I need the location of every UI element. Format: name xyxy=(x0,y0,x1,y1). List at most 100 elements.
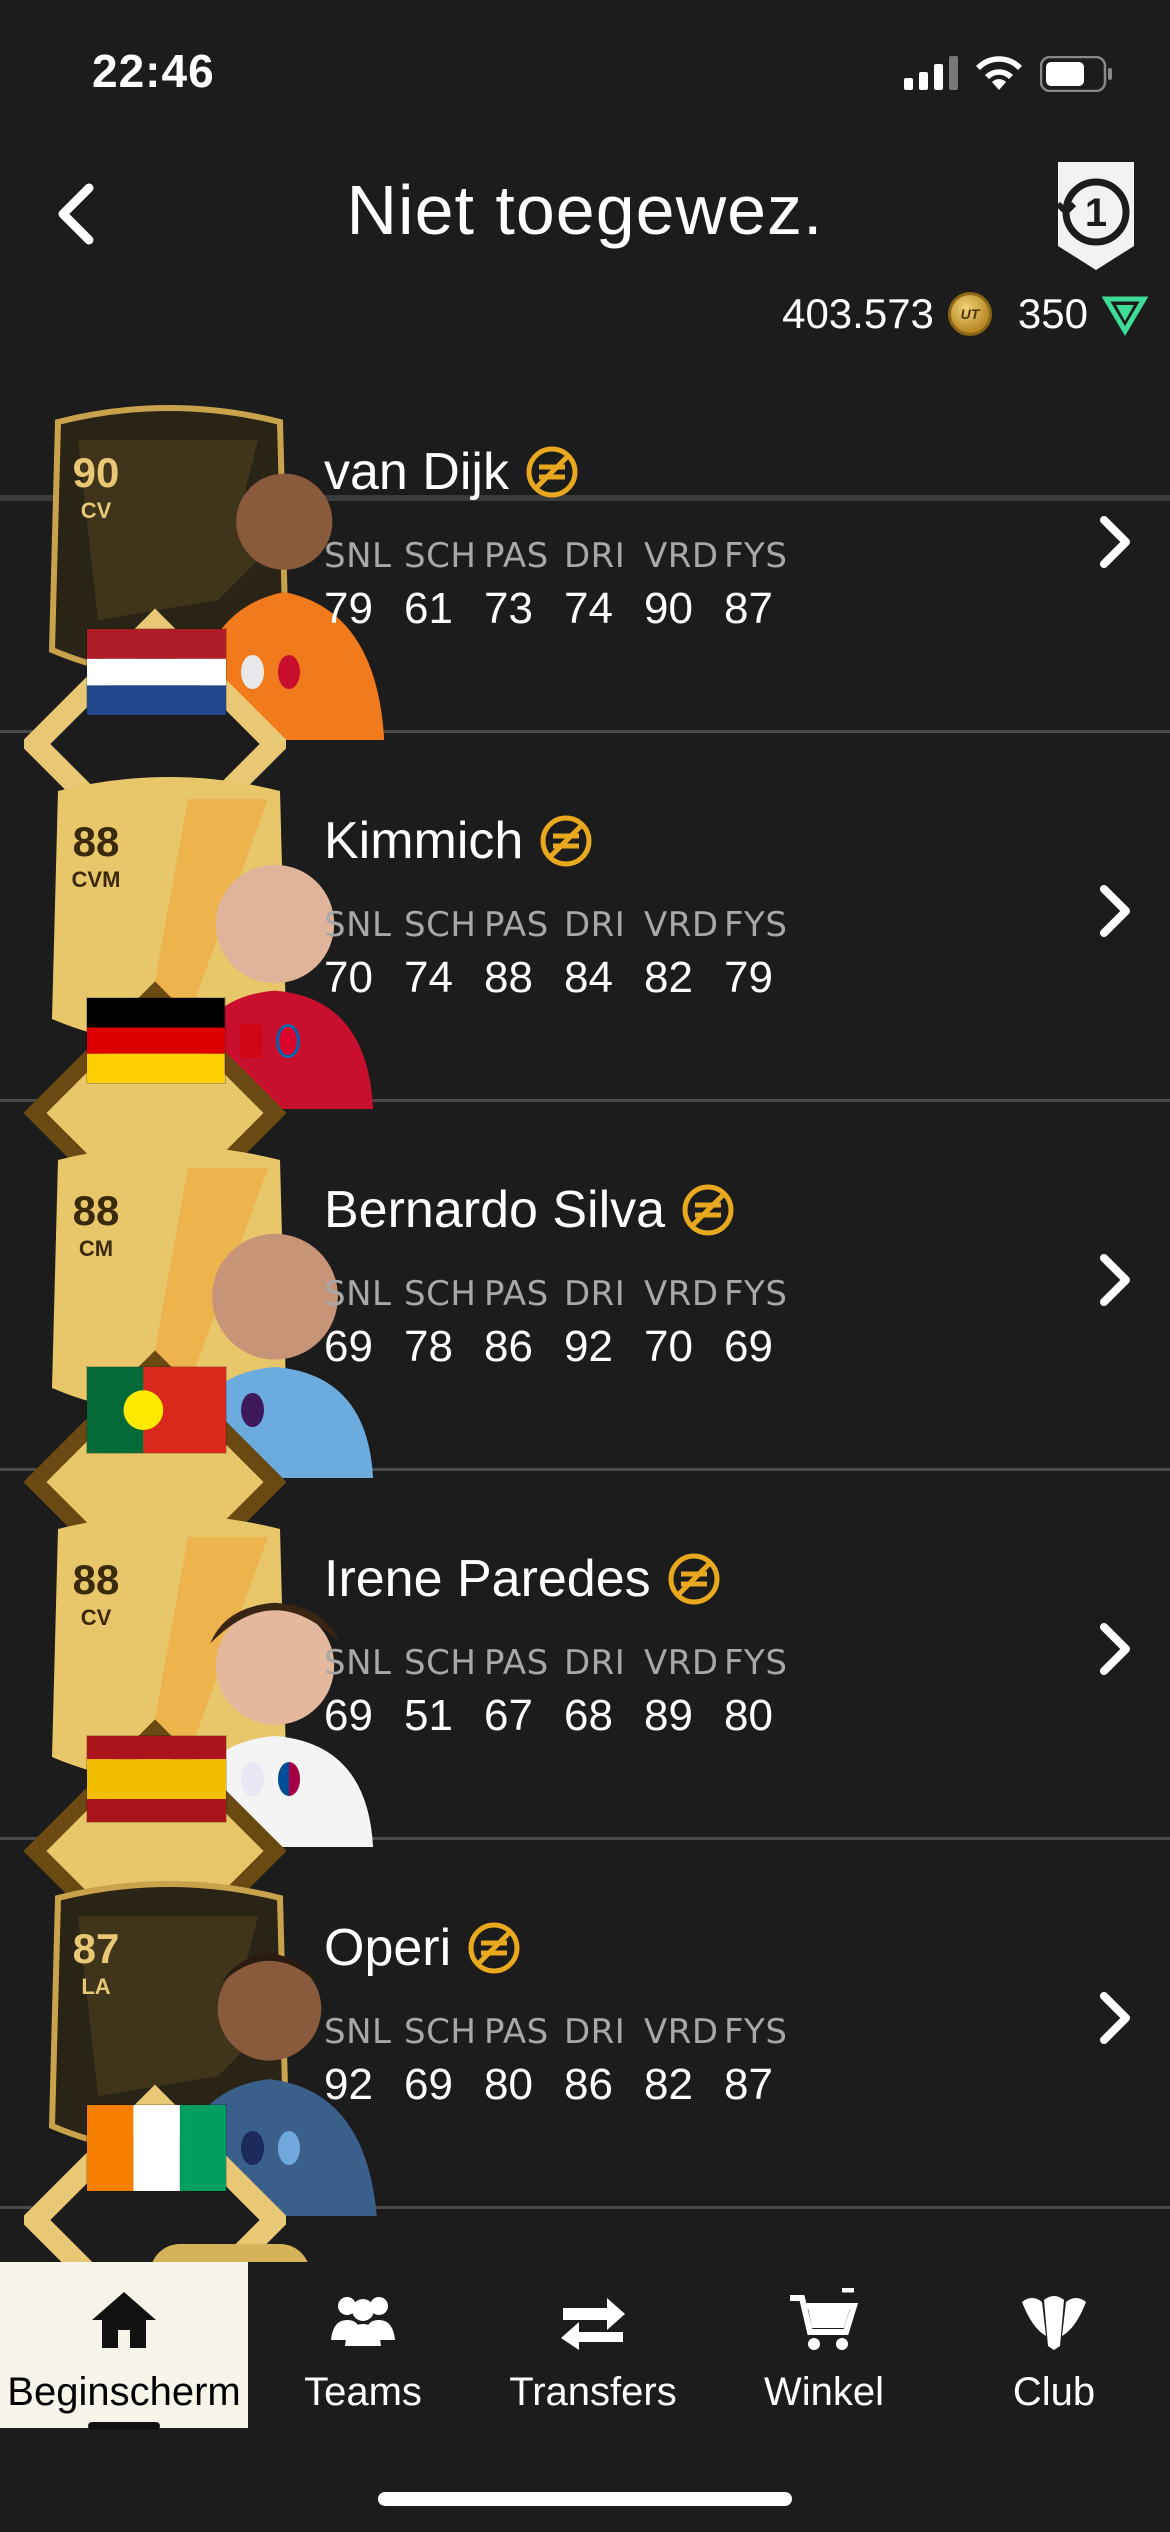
player-row[interactable]: 88 CV Irene Paredes SNL SCH PAS DRI VRD … xyxy=(0,1471,1170,1983)
cart-icon xyxy=(790,2288,859,2350)
player-card: 88 CV xyxy=(24,1507,374,1983)
battery-icon xyxy=(1040,56,1112,92)
card-affiliations xyxy=(86,1366,300,1455)
stat-label: SNL xyxy=(324,536,392,576)
card-rating: 88 xyxy=(72,1187,120,1234)
stat-label: PAS xyxy=(484,1643,549,1683)
stat-label: FYS xyxy=(724,2012,788,2052)
liverpool-crest-icon xyxy=(277,655,300,690)
card-rating: 90 xyxy=(72,449,120,496)
stat-value: 67 xyxy=(484,1691,533,1740)
man-city-crest-icon xyxy=(277,1393,300,1428)
chevron-left-icon xyxy=(58,183,94,245)
player-name-row: van Dijk xyxy=(324,442,579,502)
card-rating: 87 xyxy=(72,1925,120,1972)
ligue-1-icon xyxy=(241,2131,264,2166)
stat-value: 79 xyxy=(324,584,373,633)
stat-label: SNL xyxy=(324,1274,392,1314)
netherlands-flag-icon xyxy=(86,628,228,717)
tab-label: Transfers xyxy=(509,2370,677,2414)
stat-label: VRD xyxy=(644,2012,719,2052)
card-affiliations xyxy=(86,1735,300,1824)
active-tab-indicator xyxy=(88,2422,160,2430)
stat-label: SCH xyxy=(404,1274,477,1314)
spain-flag-icon xyxy=(86,1735,228,1824)
chevron-right-icon[interactable] xyxy=(1094,1619,1138,1679)
teams-icon xyxy=(331,2297,395,2346)
player-stats: SNL SCH PAS DRI VRD FYS 69 78 86 92 70 6… xyxy=(324,1274,804,1372)
stat-value: 92 xyxy=(564,1322,613,1371)
untradeable-icon xyxy=(540,815,592,867)
chevron-right-icon[interactable] xyxy=(1094,1988,1138,2048)
card-affiliations xyxy=(86,2104,300,2193)
player-row[interactable]: 90 CV van Dijk SNL SCH PAS DRI VRD FYS 7… xyxy=(0,364,1170,880)
stat-label: SCH xyxy=(404,536,477,576)
stat-value: 87 xyxy=(724,584,773,633)
currency-bar: 403.573 UT 350 xyxy=(782,290,1148,338)
player-card: 87 LA xyxy=(24,1876,377,2356)
card-rating: 88 xyxy=(72,818,120,865)
stat-value: 74 xyxy=(564,584,613,633)
stat-label: DRI xyxy=(564,1643,626,1683)
chevron-right-icon[interactable] xyxy=(1094,881,1138,941)
player-name-row: Operi xyxy=(324,1918,521,1978)
stat-label: PAS xyxy=(484,905,549,945)
tab-winkel[interactable]: Winkel xyxy=(736,2262,912,2428)
sbc-refresh-icon[interactable]: 1 xyxy=(1046,154,1146,274)
tab-beginscherm[interactable]: Beginscherm xyxy=(0,2262,248,2428)
tab-teams[interactable]: Teams xyxy=(278,2262,448,2428)
chevron-right-icon[interactable] xyxy=(1094,1250,1138,1310)
untradeable-icon xyxy=(668,1553,720,1605)
stat-value: 79 xyxy=(724,953,773,1002)
player-stats: SNL SCH PAS DRI VRD FYS 69 51 67 68 89 8… xyxy=(324,1643,804,1741)
status-bar: 22:46 xyxy=(0,0,1170,140)
stat-label: PAS xyxy=(484,536,549,576)
player-row[interactable]: 88 CVM Kimmich SNL SCH PAS DRI VRD FYS 7… xyxy=(0,733,1170,1245)
stat-label: SNL xyxy=(324,905,392,945)
player-name: van Dijk xyxy=(324,443,509,501)
stat-label: SCH xyxy=(404,1643,477,1683)
player-row[interactable]: 87 LA Operi SNL SCH PAS DRI VRD FYS 92 6… xyxy=(0,1840,1170,2356)
fc-points-icon xyxy=(1102,296,1148,336)
player-row[interactable]: 88 CM Bernardo Silva SNL SCH PAS DRI VRD… xyxy=(0,1102,1170,1614)
stat-value: 61 xyxy=(404,584,453,633)
untradeable-icon xyxy=(468,1922,520,1974)
stat-value: 92 xyxy=(324,2060,373,2109)
player-list: 90 CV van Dijk SNL SCH PAS DRI VRD FYS 7… xyxy=(0,364,1170,2356)
liga-f-icon xyxy=(241,1762,264,1797)
stat-label: FYS xyxy=(724,1274,788,1314)
stat-value: 90 xyxy=(644,584,693,633)
premier-league-icon xyxy=(241,655,264,690)
card-affiliations xyxy=(86,997,300,1085)
player-stats: SNL SCH PAS DRI VRD FYS 70 74 88 84 82 7… xyxy=(324,905,804,1003)
points-amount: 350 xyxy=(1017,290,1088,337)
player-stats: SNL SCH PAS DRI VRD FYS 92 69 80 86 82 8… xyxy=(324,2012,804,2110)
card-position: CV xyxy=(80,1605,112,1630)
stat-value: 87 xyxy=(724,2060,773,2109)
player-name: Irene Paredes xyxy=(324,1550,651,1608)
player-name-row: Kimmich xyxy=(324,811,593,871)
card-position: LA xyxy=(81,1974,111,1999)
coin-icon: UT xyxy=(947,292,992,336)
stat-label: SCH xyxy=(404,2012,477,2052)
club-icon xyxy=(1022,2296,1086,2350)
tab-club[interactable]: Club xyxy=(966,2262,1142,2428)
transfers-icon xyxy=(561,2298,625,2350)
tab-label: Beginscherm xyxy=(7,2370,241,2414)
stat-value: 84 xyxy=(564,953,613,1002)
tab-label: Teams xyxy=(304,2370,422,2414)
card-position: CV xyxy=(80,498,112,523)
player-name-row: Irene Paredes xyxy=(324,1549,721,1609)
chevron-right-icon[interactable] xyxy=(1094,512,1138,572)
stat-value: 69 xyxy=(324,1691,373,1740)
stat-value: 80 xyxy=(724,1691,773,1740)
barcelona-crest-icon xyxy=(277,1762,300,1797)
stat-label: SCH xyxy=(404,905,477,945)
back-button[interactable] xyxy=(40,174,110,254)
tab-transfers[interactable]: Transfers xyxy=(486,2262,700,2428)
stat-label: PAS xyxy=(484,1274,549,1314)
stat-value: 51 xyxy=(404,1691,453,1740)
stat-value: 89 xyxy=(644,1691,693,1740)
stat-value: 69 xyxy=(404,2060,453,2109)
bayern-crest-icon xyxy=(275,1023,300,1058)
